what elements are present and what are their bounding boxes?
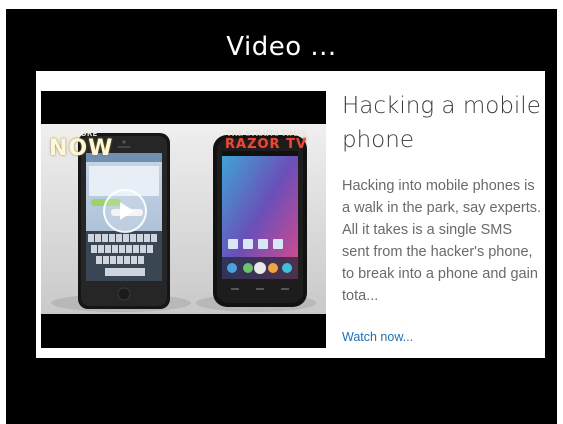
watch-now-link[interactable]: Watch now... <box>342 330 413 344</box>
play-icon[interactable] <box>103 189 147 233</box>
video-summary: Hacking into mobile phones is a walk in … <box>342 178 542 304</box>
video-title: Hacking a mobile phone <box>342 93 541 153</box>
section-title: Video ... <box>226 32 337 62</box>
video-thumbnail[interactable]: SINGAPORE NOW THE STRAITS TIMES RAZOR TV <box>41 91 326 348</box>
video-card: SINGAPORE NOW THE STRAITS TIMES RAZOR TV… <box>36 71 545 358</box>
phones-image <box>41 91 326 348</box>
